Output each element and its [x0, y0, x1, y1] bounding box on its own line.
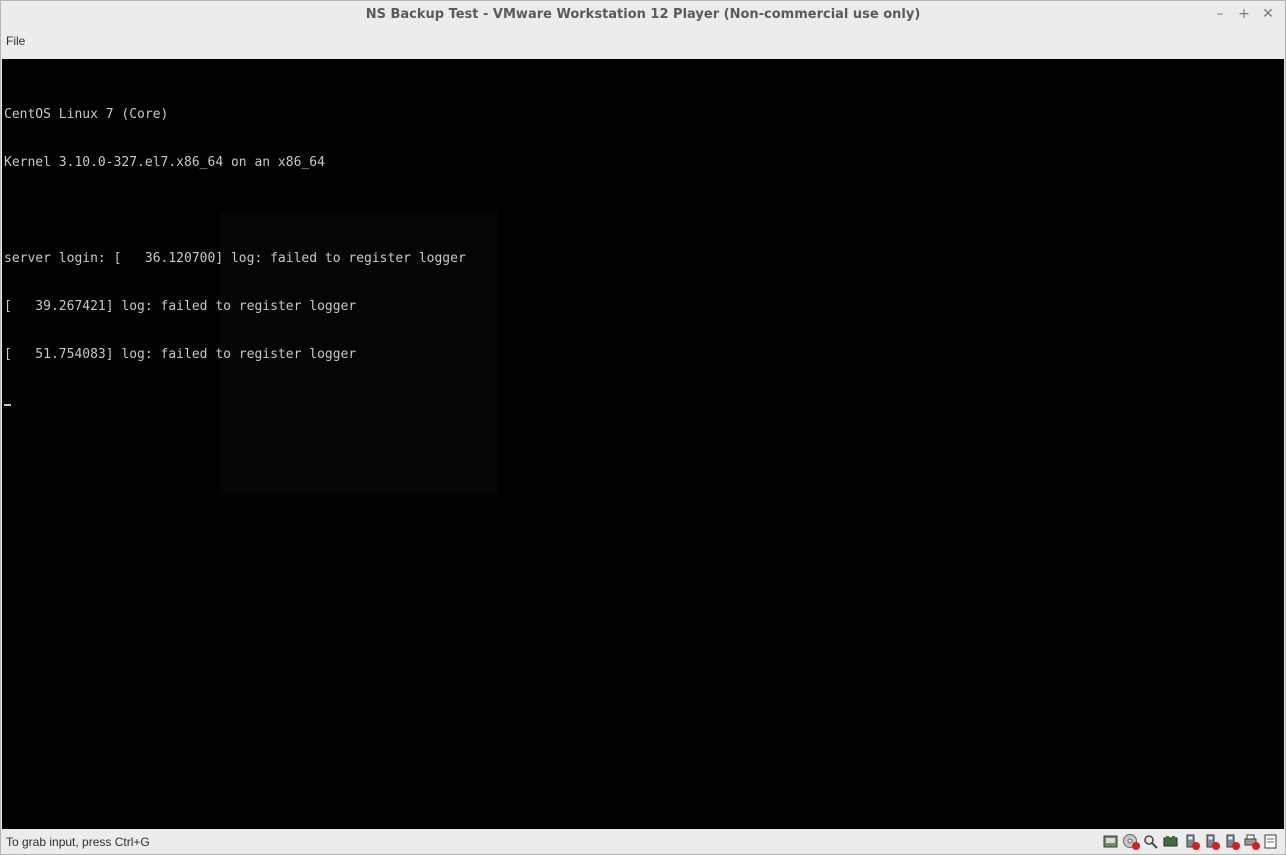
console-cursor-line — [4, 395, 466, 411]
disconnected-badge-icon — [1212, 842, 1220, 850]
vm-console-screen[interactable]: CentOS Linux 7 (Core) Kernel 3.10.0-327.… — [2, 59, 1284, 829]
menu-bar: File — [1, 29, 1285, 57]
text-cursor — [4, 404, 11, 406]
network-adapter-icon[interactable] — [1162, 833, 1179, 850]
window-controls: – + ✕ — [1211, 5, 1277, 23]
console-output: CentOS Linux 7 (Core) Kernel 3.10.0-327.… — [4, 75, 466, 443]
usb-device-icon[interactable] — [1222, 833, 1240, 850]
cd-dvd-icon[interactable] — [1122, 833, 1140, 850]
maximize-button[interactable]: + — [1235, 5, 1253, 23]
disconnected-badge-icon — [1192, 842, 1200, 850]
close-button[interactable]: ✕ — [1259, 5, 1277, 23]
usb-device-icon[interactable] — [1182, 833, 1200, 850]
disconnected-badge-icon — [1252, 842, 1260, 850]
title-bar[interactable]: NS Backup Test - VMware Workstation 12 P… — [1, 1, 1285, 29]
minimize-button[interactable]: – — [1211, 5, 1229, 23]
menu-file[interactable]: File — [5, 34, 26, 48]
console-line: Kernel 3.10.0-327.el7.x86_64 on an x86_6… — [4, 155, 325, 170]
disconnected-badge-icon — [1132, 842, 1140, 850]
floppy-icon[interactable] — [1142, 833, 1159, 850]
disconnected-badge-icon — [1232, 842, 1240, 850]
console-line: [ 39.267421] log: failed to register log… — [4, 299, 357, 314]
grab-input-hint: To grab input, press Ctrl+G — [6, 835, 150, 849]
printer-icon[interactable] — [1242, 833, 1260, 850]
status-bar: To grab input, press Ctrl+G — [1, 830, 1285, 854]
vmware-player-window: NS Backup Test - VMware Workstation 12 P… — [0, 0, 1286, 855]
device-tray — [1102, 833, 1279, 850]
usb-device-icon[interactable] — [1202, 833, 1220, 850]
message-log-icon[interactable] — [1262, 833, 1279, 850]
console-line: CentOS Linux 7 (Core) — [4, 107, 169, 122]
console-line: [ 51.754083] log: failed to register log… — [4, 347, 357, 362]
window-title: NS Backup Test - VMware Workstation 12 P… — [365, 7, 921, 22]
console-line: server login: [ 36.120700] log: failed t… — [4, 251, 466, 266]
hard-disk-icon[interactable] — [1102, 833, 1119, 850]
